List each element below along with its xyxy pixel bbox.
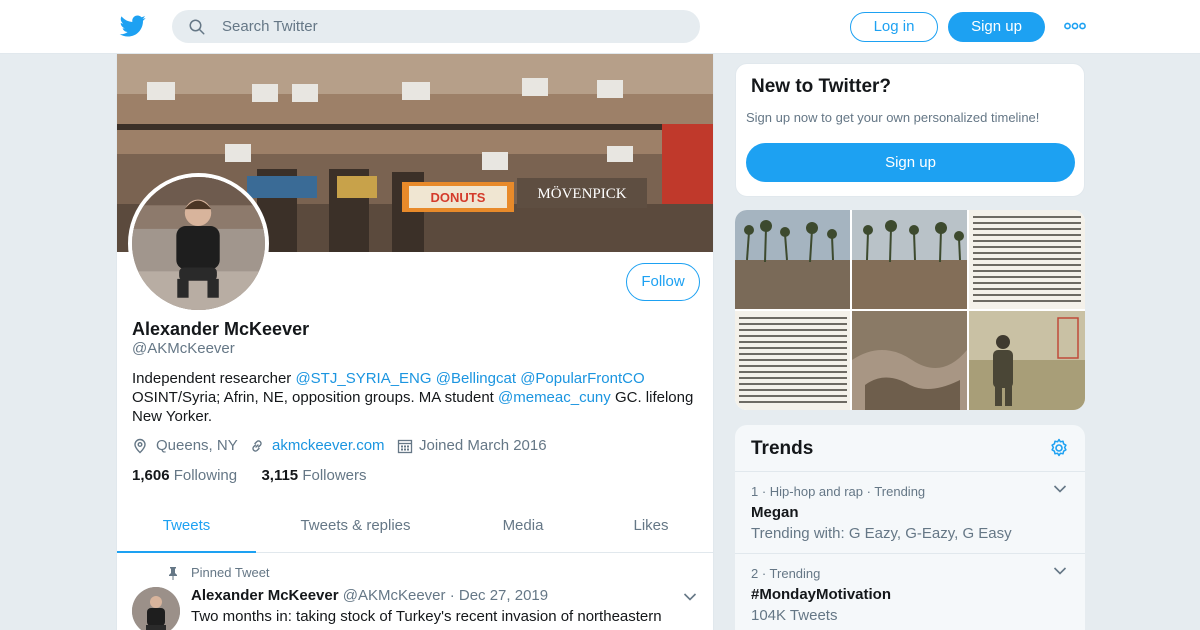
tweet-date[interactable]: Dec 27, 2019 (459, 587, 548, 604)
mention-link[interactable]: @Bellingcat (436, 370, 516, 387)
tweet-author-handle[interactable]: @AKMcKeever (343, 587, 446, 604)
trend-meta: 2 · Trending (751, 566, 821, 581)
gear-icon[interactable] (1049, 438, 1069, 458)
trend-item[interactable]: 2 · Trending #MondayMotivation 104K Twee… (735, 553, 1085, 630)
media-thumbnail[interactable] (852, 311, 967, 410)
media-thumbnail[interactable] (969, 311, 1085, 410)
trends-title: Trends (751, 438, 814, 459)
new-to-twitter-card: New to Twitter? Sign up now to get your … (735, 63, 1085, 197)
tweet-text: Two months in: taking stock of Turkey's … (191, 608, 662, 630)
new-to-twitter-subtitle: Sign up now to get your own personalized… (746, 110, 1040, 125)
chevron-down-icon[interactable] (1053, 566, 1067, 576)
following-stat[interactable]: 1,606 Following (132, 467, 237, 484)
media-thumbnails[interactable] (735, 210, 1085, 410)
location-text: Queens, NY (156, 437, 238, 454)
more-dots-icon[interactable] (1064, 18, 1086, 34)
media-thumbnail[interactable] (735, 210, 850, 309)
media-thumbnail[interactable] (735, 311, 850, 410)
trend-subtext: Trending with: G Eazy, G-Eazy, G Easy (751, 525, 1012, 542)
profile-name: Alexander McKeever (132, 319, 310, 339)
chevron-down-icon[interactable] (683, 592, 697, 602)
svg-text:MÖVENPICK: MÖVENPICK (537, 185, 626, 202)
trend-meta: 1 · Hip-hop and rap · Trending (751, 484, 926, 499)
mention-link[interactable]: @PopularFrontCO (520, 370, 644, 387)
search-input[interactable] (222, 10, 682, 43)
sidebar-signup-button[interactable]: Sign up (746, 143, 1075, 182)
tweet-author-avatar[interactable] (132, 587, 180, 630)
svg-text:DONUTS: DONUTS (431, 190, 486, 205)
profile-handle: @AKMcKeever (132, 340, 235, 357)
tab-media[interactable]: Media (473, 504, 573, 553)
followers-stat[interactable]: 3,115 Followers (261, 467, 366, 484)
website-link[interactable]: akmckeever.com (272, 436, 385, 456)
search-icon (189, 19, 205, 35)
media-thumbnail[interactable] (969, 210, 1085, 309)
media-thumbnail[interactable] (852, 210, 967, 309)
following-label: Following (173, 467, 238, 484)
following-count: 1,606 (132, 467, 170, 484)
tweet-separator: · (449, 587, 455, 604)
pinned-text: Pinned Tweet (191, 565, 270, 580)
tab-tweets[interactable]: Tweets (117, 504, 256, 553)
profile-bio: Independent researcher @STJ_SYRIA_ENG @B… (132, 369, 707, 426)
tweet-header: Alexander McKeever @AKMcKeever · Dec 27,… (191, 587, 548, 604)
profile-tabs: Tweets Tweets & replies Media Likes (117, 504, 713, 553)
trends-panel: Trends 1 · Hip-hop and rap · Trending Me… (735, 425, 1085, 630)
mention-link[interactable]: @memeac_cuny (498, 389, 611, 406)
tweet-author-name[interactable]: Alexander McKeever (191, 587, 339, 604)
signup-button[interactable]: Sign up (948, 12, 1045, 42)
search-bar[interactable] (172, 10, 700, 43)
calendar-icon (397, 439, 413, 454)
link-icon (252, 440, 262, 452)
location-pin-icon (134, 438, 146, 454)
login-button[interactable]: Log in (850, 12, 938, 42)
bio-text: OSINT/Syria; Afrin, NE, opposition group… (132, 389, 498, 406)
followers-count: 3,115 (261, 467, 299, 484)
chevron-down-icon[interactable] (1053, 484, 1067, 494)
trend-name: Megan (751, 504, 799, 521)
trend-subtext: 104K Tweets (751, 607, 838, 624)
profile-column: DONUTS MÖVENPICK Follow Alexander McKeev… (116, 54, 714, 630)
twitter-bird-icon[interactable] (119, 13, 147, 39)
profile-avatar[interactable] (128, 173, 269, 314)
followers-label: Followers (302, 467, 367, 484)
trend-item[interactable]: 1 · Hip-hop and rap · Trending Megan Tre… (735, 471, 1085, 553)
follow-button[interactable]: Follow (626, 263, 700, 301)
trend-name: #MondayMotivation (751, 586, 892, 603)
pin-icon (169, 567, 177, 580)
top-navigation-bar: Log in Sign up (0, 0, 1200, 54)
joined-text: Joined March 2016 (419, 437, 547, 454)
tab-likes[interactable]: Likes (607, 504, 695, 553)
bio-text: Independent researcher (132, 370, 296, 387)
new-to-twitter-title: New to Twitter? (751, 76, 892, 97)
tab-tweets-replies[interactable]: Tweets & replies (272, 504, 439, 553)
profile-stats: 1,606 Following 3,115 Followers (132, 467, 367, 484)
mention-link[interactable]: @STJ_SYRIA_ENG (295, 370, 431, 387)
